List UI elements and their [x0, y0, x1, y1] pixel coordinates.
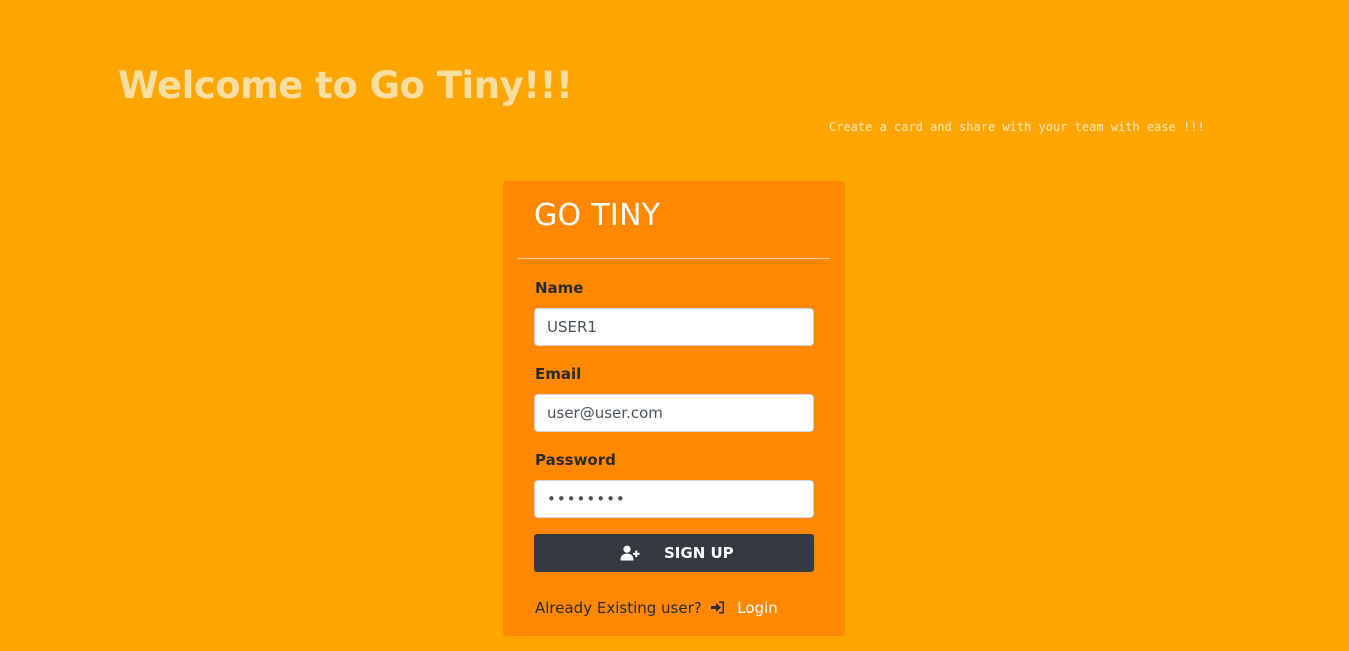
login-prompt: Already Existing user? Login [535, 599, 778, 617]
card-divider [518, 258, 830, 259]
signup-button[interactable]: SIGN UP [534, 534, 814, 572]
name-field[interactable] [534, 308, 814, 346]
email-label: Email [535, 365, 582, 383]
login-link[interactable]: Login [737, 599, 777, 617]
page: Welcome to Go Tiny!!! Create a card and … [0, 0, 1349, 651]
password-label: Password [535, 451, 616, 469]
password-field[interactable] [534, 480, 814, 518]
login-prompt-text: Already Existing user? [535, 599, 702, 617]
welcome-title: Welcome to Go Tiny!!! [118, 64, 573, 107]
user-plus-icon [620, 545, 640, 561]
tagline: Create a card and share with your team w… [829, 120, 1205, 134]
signup-card: GO TINY Name Email Password SIGN UP Alre… [503, 181, 845, 636]
card-title: GO TINY [534, 198, 661, 233]
sign-in-icon [710, 600, 725, 614]
name-label: Name [535, 279, 584, 297]
email-field[interactable] [534, 394, 814, 432]
signup-button-label: SIGN UP [664, 544, 734, 562]
